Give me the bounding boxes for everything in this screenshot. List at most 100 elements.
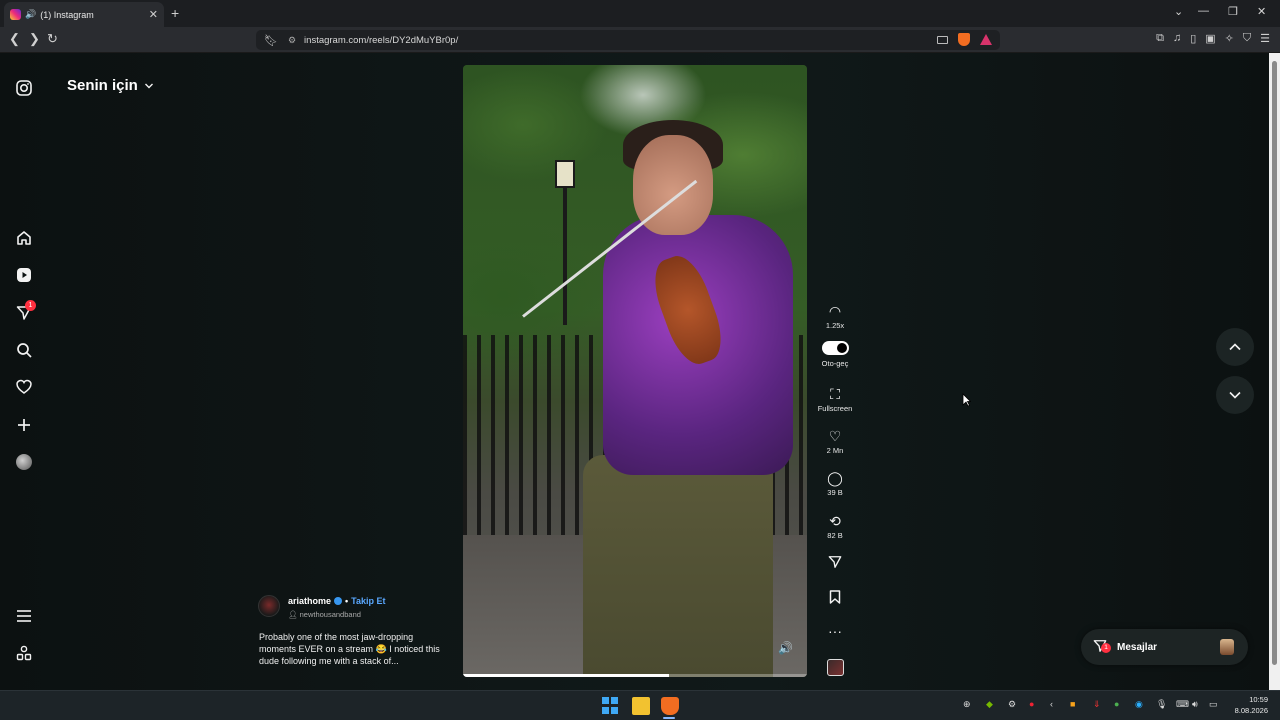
save-button[interactable] [815, 590, 855, 609]
reload-icon[interactable]: ↻ [47, 31, 58, 47]
comment-button[interactable]: ◯ 39 B [815, 470, 855, 497]
tray-app-green-icon[interactable]: ● [1114, 699, 1119, 709]
microphone-icon[interactable]: 🎙︎ [1156, 699, 1167, 710]
fullscreen-icon: ⛶ [830, 386, 840, 402]
volume-icon[interactable]: 🔊 [778, 641, 793, 655]
follow-button[interactable]: Takip Et [351, 596, 385, 606]
profile-avatar[interactable] [14, 452, 34, 472]
meta-apps-icon[interactable] [14, 643, 34, 663]
url-field[interactable]: 🔖︎ ⚙︎ instagram.com/reels/DY2dMuYBr0p/ [256, 30, 1000, 50]
separator: • [345, 596, 349, 606]
back-icon[interactable]: ❮ [9, 31, 20, 47]
toggle-switch [821, 341, 849, 355]
clock-date: 8.08.2026 [1234, 706, 1268, 715]
brave-shields-icon[interactable] [958, 33, 970, 46]
vpn-icon[interactable]: ⛉ [1243, 32, 1251, 45]
windows-start-icon[interactable] [602, 697, 620, 715]
notification-badge: 1 [25, 300, 36, 311]
fullscreen-button[interactable]: ⛶ Fullscreen [815, 386, 855, 413]
next-reel-button[interactable] [1216, 376, 1254, 414]
restore-button[interactable]: ❐ [1228, 5, 1238, 18]
direct-messages-icon[interactable]: 1 [14, 300, 36, 323]
windows-taskbar: ⊕ ◆ ⚙ ● ‹ ■ ⇓ ● ◉ 🎙︎ ⌨︎ 🔊︎ ▭ 10:59 8.08.… [0, 690, 1280, 720]
tray-defender-icon[interactable]: ◉ [1135, 699, 1143, 710]
page-scrollbar[interactable] [1269, 53, 1280, 690]
comment-count: 39 B [827, 488, 843, 497]
nvidia-icon[interactable]: ◆ [986, 699, 993, 710]
audio-attribution[interactable]: 👤︎ newthousandband [288, 610, 361, 619]
brave-rewards-icon[interactable] [980, 34, 992, 45]
tray-app-orange-icon[interactable]: ■ [1070, 699, 1075, 709]
tray-chevron-icon[interactable]: ‹ [1050, 699, 1053, 709]
create-plus-icon[interactable] [14, 415, 34, 435]
playback-speed-button[interactable]: ◠ 1.25x [815, 303, 855, 330]
scrollbar-thumb[interactable] [1272, 61, 1277, 665]
instagram-reels-page: 1 Senin için 🔊 ◠ 1.25x Oto-geç ⛶ Fullscr… [0, 53, 1269, 690]
brave-browser-icon[interactable] [661, 697, 679, 715]
close-tab-icon[interactable]: ✕ [149, 8, 158, 21]
repost-button[interactable]: ⟲ 82 B [815, 513, 855, 540]
extensions-icon[interactable]: ⧉ [1156, 32, 1164, 45]
share-button[interactable] [815, 555, 855, 574]
browser-tab-instagram[interactable]: 🔊 (1) Instagram ✕ [4, 2, 164, 27]
file-explorer-icon[interactable] [632, 697, 650, 715]
tab-search-icon[interactable]: ⌄ [1174, 5, 1183, 18]
sidebar-icon[interactable]: ▯ [1190, 32, 1196, 45]
tray-app-icon[interactable]: ⊕ [963, 699, 971, 710]
cast-icon[interactable] [937, 35, 948, 44]
reels-icon[interactable] [14, 265, 34, 285]
chevron-up-icon [1229, 343, 1241, 351]
avatar [1220, 639, 1234, 655]
url-text: instagram.com/reels/DY2dMuYBr0p/ [304, 34, 459, 46]
network-icon[interactable]: ⌨︎ [1176, 699, 1189, 710]
close-window-button[interactable]: ✕ [1257, 5, 1266, 18]
audio-playing-icon[interactable]: 🔊 [25, 9, 36, 20]
instagram-logo-icon[interactable] [14, 78, 34, 98]
video-lamp-head [555, 160, 575, 188]
new-tab-button[interactable]: + [171, 5, 179, 21]
site-settings-icon[interactable]: ⚙︎ [288, 35, 296, 46]
autoplay-toggle[interactable]: Oto-geç [815, 341, 855, 368]
forward-icon[interactable]: ❯ [29, 31, 40, 47]
media-icon[interactable]: ♫ [1173, 32, 1181, 45]
speedometer-icon: ◠ [828, 303, 842, 319]
speed-label: 1.25x [825, 321, 845, 330]
feed-selector[interactable]: Senin için [67, 77, 154, 94]
tab-title: (1) Instagram [40, 9, 94, 20]
more-menu-icon[interactable] [14, 606, 34, 626]
video-progress-fill [463, 674, 670, 677]
audio-thumbnail [826, 659, 844, 676]
battery-icon[interactable]: ▭ [1209, 699, 1218, 710]
search-icon[interactable] [14, 340, 34, 360]
wallet-icon[interactable]: ▣ [1205, 32, 1215, 45]
like-button[interactable]: ♡ 2 Mn [815, 428, 855, 455]
volume-icon[interactable]: 🔊︎ [1192, 699, 1198, 710]
reel-video-player[interactable]: 🔊 [463, 65, 807, 677]
heart-icon: ♡ [828, 428, 842, 444]
system-clock[interactable]: 10:59 8.08.2026 [1235, 694, 1268, 716]
tray-steam-icon[interactable]: ⚙ [1008, 699, 1016, 710]
messages-badge: 1 [1101, 642, 1111, 653]
notifications-heart-icon[interactable] [14, 377, 34, 397]
bookmark-icon[interactable]: 🔖︎ [264, 34, 278, 47]
username[interactable]: ariathome [288, 596, 331, 606]
avatar[interactable] [258, 595, 280, 617]
messages-button[interactable]: 1 Mesajlar [1081, 629, 1248, 665]
home-icon[interactable] [14, 228, 34, 248]
mouse-cursor-icon [962, 393, 971, 407]
menu-icon[interactable]: ☰ [1260, 32, 1270, 45]
repost-count: 82 B [827, 531, 843, 540]
more-options-button[interactable]: ··· [815, 623, 855, 639]
minimize-button[interactable]: — [1198, 5, 1209, 17]
previous-reel-button[interactable] [1216, 328, 1254, 366]
tray-download-icon[interactable]: ⇓ [1093, 699, 1101, 710]
video-person-legs [583, 455, 773, 677]
leo-ai-icon[interactable]: ✧ [1225, 32, 1234, 45]
avatar [16, 454, 32, 470]
caption-text[interactable]: Probably one of the most jaw-dropping mo… [259, 631, 444, 667]
chevron-down-icon [144, 83, 153, 88]
repost-icon: ⟲ [829, 513, 841, 529]
video-progress-bar[interactable] [463, 674, 807, 677]
tray-record-icon[interactable]: ● [1029, 699, 1034, 709]
original-audio-button[interactable] [815, 659, 855, 676]
